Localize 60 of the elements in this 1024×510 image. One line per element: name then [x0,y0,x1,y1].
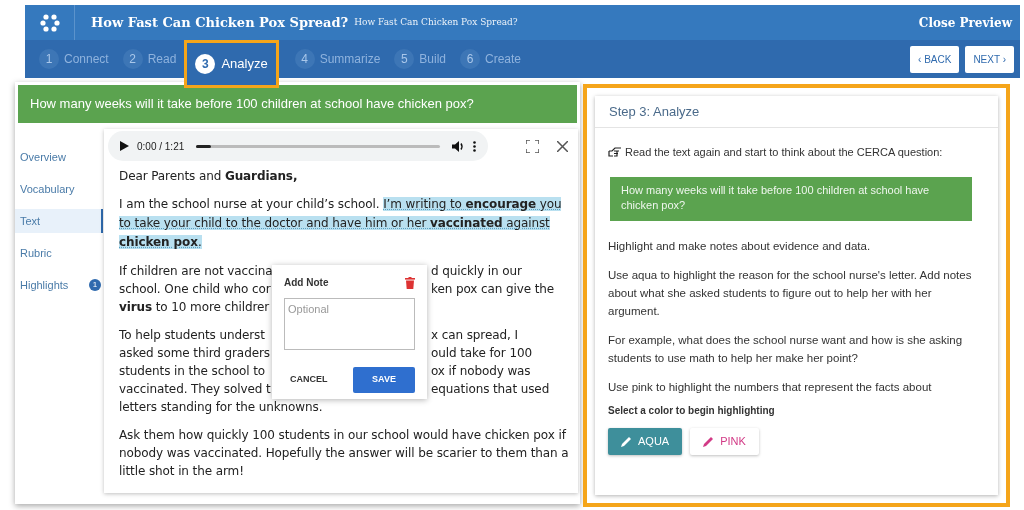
letter-text-fragment: virus to 10 more childrer [119,300,270,314]
step-tab[interactable]: 1 Connect [39,49,109,69]
close-preview-link[interactable]: Close Preview [918,13,1012,32]
highlight-color-button[interactable]: PINK [690,427,759,455]
step-tab[interactable]: 2 Read [122,49,177,69]
letter-text-fragment: ox if nobody was [431,363,531,380]
letter-text-fragment: ken pox can give the [431,281,555,298]
instruction-text: Read the text again and start to think about the CERCA question: [625,145,943,160]
sidebar-item[interactable]: Rubric [15,241,103,265]
note-input-field[interactable]: Optional [284,298,415,350]
fullscreen-icon[interactable] [526,139,539,153]
pencil-icon [621,435,632,447]
sidebar-item[interactable]: Highlights 1 [15,273,103,297]
instruction-paragraph: For example, what does the school nurse want and how is she asking students to use math to help her make her point? [608,332,964,366]
letter-text-fragment: asked some third graders [119,346,270,360]
sidebar-item[interactable]: Text [15,209,103,233]
step-tab[interactable]: 6 Create [460,49,522,69]
lesson-subtitle: How Fast Can Chicken Pox Spread? [354,15,518,29]
letter-paragraph: Dear Parents and Guardians, [119,168,299,185]
pencil-icon [703,435,715,447]
letter-text-fragment: equations that used [431,381,550,398]
sidebar-item[interactable]: Overview [15,145,103,169]
volume-icon[interactable] [452,140,465,152]
step-tab[interactable]: 3 Analyze [184,40,279,88]
back-button[interactable]: ‹ BACK [910,45,960,73]
letter-text-fragment: If children are not vaccina [119,264,273,278]
color-label: Select a color to begin highlighting [608,403,776,418]
letter-text-fragment: letters standing for the unknowns. [119,400,323,414]
count-badge: 1 [89,279,101,291]
letter-text-fragment: d quickly in our [431,263,522,280]
instruction-paragraph: Highlight and make notes about evidence and data. [608,238,872,254]
popup-title: Add Note [284,276,329,290]
audio-progress-bar[interactable] [196,144,440,148]
cancel-button[interactable]: CANCEL [284,368,334,392]
highlight-color-button[interactable]: AQUA [608,427,683,455]
close-icon[interactable] [557,140,568,152]
lesson-title: How Fast Can Chicken Pox Spread? [91,13,349,32]
instruction-paragraph: Use pink to highlight the numbers that represent the facts about [608,379,933,395]
question-banner: How many weeks will it take before 100 children at school have chicken pox? [18,85,577,123]
step-tab[interactable]: 4 Summarize [294,49,381,69]
letter-text-fragment: vaccinated. They solved t [119,382,271,396]
letter-text-fragment: ould take for 100 [431,345,532,362]
letter-text-fragment: school. One child who cor [119,282,271,296]
panel-title: Step 3: Analyze [595,96,998,128]
pointing-hand-icon [608,147,622,158]
question-banner: How many weeks will it take before 100 children at school have chicken pox? [610,176,972,221]
letter-text-fragment: To help students underst [119,328,265,342]
more-options-icon[interactable] [473,140,476,152]
sidebar-item[interactable]: Vocabulary [15,177,103,201]
play-icon[interactable] [120,141,129,151]
trash-icon[interactable] [405,276,415,289]
step-tab[interactable]: 5 Build [394,49,446,69]
letter-text-fragment: students in the school to [119,364,266,378]
save-button[interactable]: SAVE [353,367,415,393]
letter-paragraph: Ask them how quickly 100 students in our school would have chicken pox if nobody was vaccinated. Hopefully the answer will be scarier to them than a little shot in the arm! [119,427,570,480]
letter-paragraph: I am the school nurse at your child’s school. I’m writing to encourage you to take your child to the doctor and have him or her vaccinated against chicken pox. [119,196,563,251]
next-button[interactable]: NEXT › [965,45,1014,73]
instruction-paragraph: Use aqua to highlight the reason for the school nurse's letter. Add notes about what she asked students to figure out to help her with her argument. [608,267,973,319]
letter-text-fragment: x can spread, I [431,327,518,344]
audio-time: 0:00 / 1:21 [137,139,185,154]
